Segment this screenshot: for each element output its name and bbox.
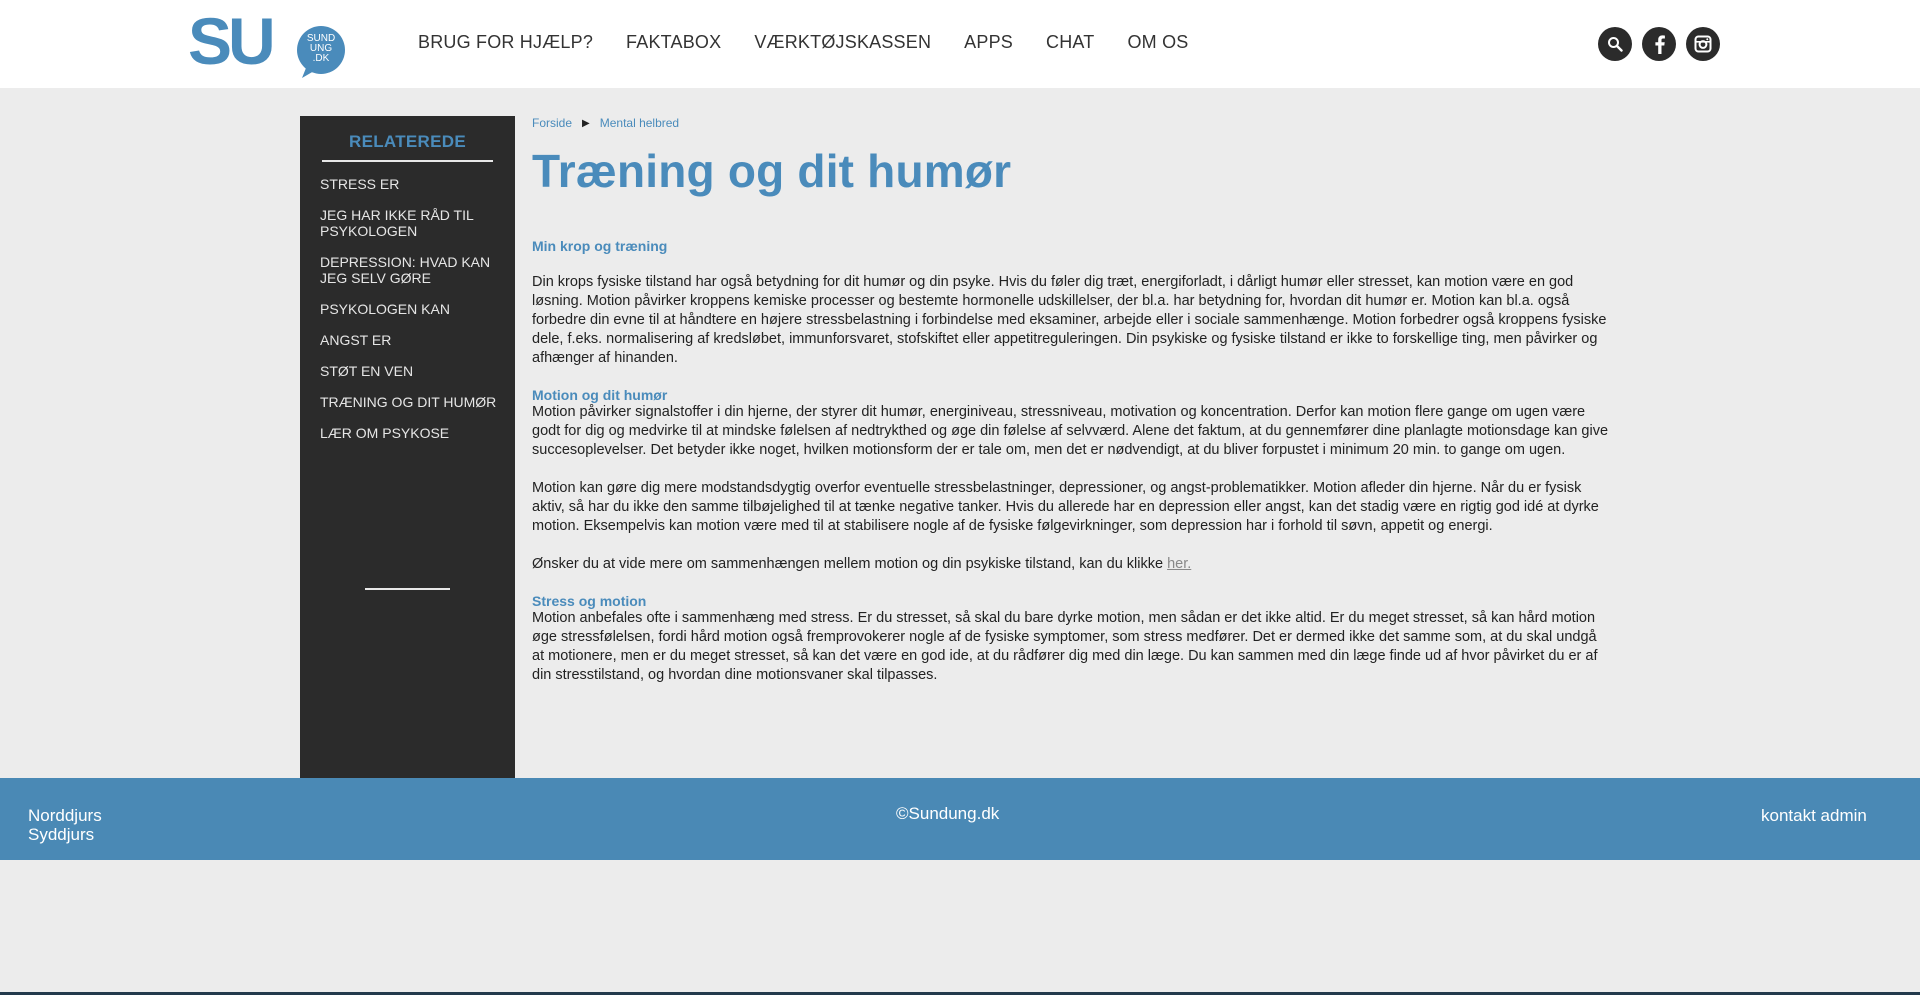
related-sidebar: RELATEREDE STRESS ER JEG HAR IKKE RÅD TI… [300, 116, 515, 778]
main-nav: BRUG FOR HJÆLP? FAKTABOX VÆRKTØJSKASSEN … [418, 32, 1221, 53]
section-text-motion-humor: Motion påvirker signalstoffer i din hjer… [532, 404, 1609, 458]
facebook-icon [1655, 35, 1665, 54]
facebook-button[interactable] [1642, 27, 1676, 61]
search-button[interactable] [1598, 27, 1632, 61]
logo-sub-3: .DK [313, 53, 330, 64]
site-footer: Norddjurs Syddjurs ©Sundung.dk kontakt a… [0, 778, 1920, 860]
site-header: SU SUND UNG .DK BRUG FOR HJÆLP? FAKTABOX… [0, 0, 1920, 88]
sidebar-item-traening[interactable]: TRÆNING OG DIT HUMØR [320, 394, 500, 410]
breadcrumb-arrow-icon: ▶ [582, 117, 590, 129]
breadcrumb: Forside ▶ Mental helbred [532, 116, 1610, 130]
sidebar-item-angst-er[interactable]: ANGST ER [320, 332, 500, 348]
nav-om-os[interactable]: OM OS [1127, 32, 1188, 53]
instagram-icon [1694, 35, 1712, 53]
social-links [1598, 27, 1720, 61]
section-title-stress-motion: Stress og motion [532, 593, 647, 609]
footer-region-norddjurs[interactable]: Norddjurs [28, 806, 102, 825]
section-text-stress-motion: Motion anbefales ofte i sammenhæng med s… [532, 610, 1598, 683]
breadcrumb-home[interactable]: Forside [532, 116, 572, 130]
instagram-button[interactable] [1686, 27, 1720, 61]
sidebar-item-psykolog-raad[interactable]: JEG HAR IKKE RÅD TIL PSYKOLOGEN [320, 207, 500, 239]
sidebar-list: STRESS ER JEG HAR IKKE RÅD TIL PSYKOLOGE… [320, 176, 500, 456]
sidebar-item-depression[interactable]: DEPRESSION: HVAD KAN JEG SELV GØRE [320, 254, 500, 286]
logo-text: SU [188, 10, 272, 78]
section-text-motion-humor-2: Motion kan gøre dig mere modstandsdygtig… [532, 480, 1599, 534]
section-title-min-krop: Min krop og træning [532, 238, 668, 254]
sidebar-divider [365, 588, 450, 590]
sidebar-item-stot-en-ven[interactable]: STØT EN VEN [320, 363, 500, 379]
footer-region-syddjurs[interactable]: Syddjurs [28, 825, 102, 844]
more-info-text: Ønsker du at vide mere om sammenhængen m… [532, 556, 1168, 572]
section-title-motion-humor: Motion og dit humør [532, 387, 668, 403]
more-info-link[interactable]: her. [1167, 556, 1191, 572]
sidebar-item-psykologen-kan[interactable]: PSYKOLOGEN KAN [320, 301, 500, 317]
nav-faktabox[interactable]: FAKTABOX [626, 32, 721, 53]
nav-vaerktojskassen[interactable]: VÆRKTØJSKASSEN [754, 32, 931, 53]
footer-regions: Norddjurs Syddjurs [28, 806, 102, 844]
breadcrumb-current[interactable]: Mental helbred [600, 116, 679, 130]
search-icon [1608, 37, 1623, 52]
footer-contact-admin[interactable]: kontakt admin [1761, 806, 1867, 826]
more-info-paragraph: Ønsker du at vide mere om sammenhængen m… [532, 555, 1610, 574]
sidebar-item-psykose[interactable]: LÆR OM PSYKOSE [320, 425, 500, 441]
footer-copyright: ©Sundung.dk [896, 804, 1000, 823]
page-title: Træning og dit humør [532, 145, 1012, 197]
nav-brug-for-hjaelp[interactable]: BRUG FOR HJÆLP? [418, 32, 593, 53]
article-main: Forside ▶ Mental helbred Træning og dit … [532, 116, 1610, 685]
nav-apps[interactable]: APPS [964, 32, 1013, 53]
nav-chat[interactable]: CHAT [1046, 32, 1094, 53]
sundung-logo[interactable]: SU SUND UNG .DK [188, 10, 348, 78]
section-text-min-krop: Din krops fysiske tilstand har også bety… [532, 274, 1607, 366]
sidebar-title: RELATEREDE [322, 132, 493, 162]
sidebar-item-stress-er[interactable]: STRESS ER [320, 176, 500, 192]
